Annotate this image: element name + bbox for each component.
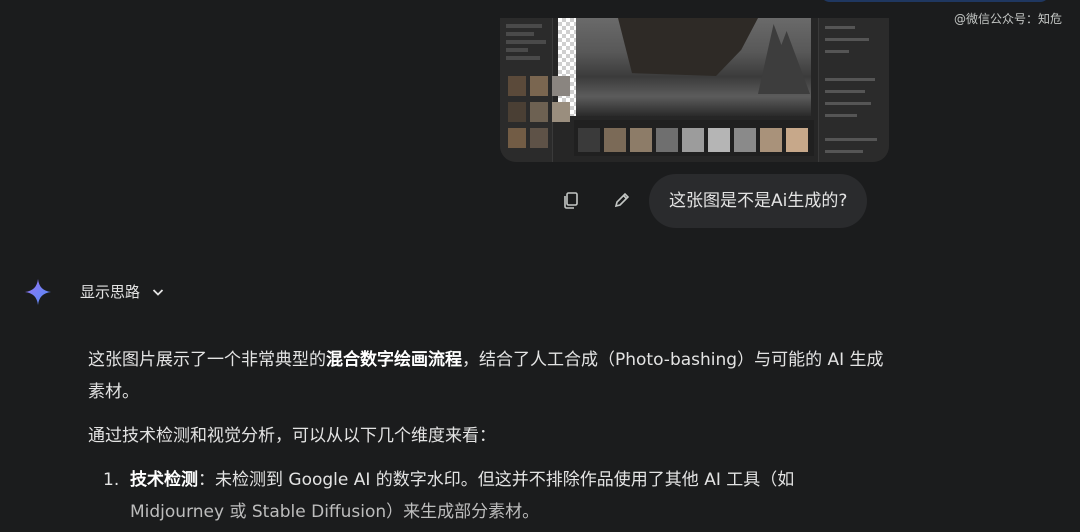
watermark: @微信公众号：知危 bbox=[953, 12, 1062, 26]
list-number: 1. bbox=[103, 470, 120, 490]
image-right-panel bbox=[818, 18, 889, 162]
top-accent-bar bbox=[820, 0, 1050, 2]
list-item-continuation: Midjourney 或 Stable Diffusion）来生成部分素材。 bbox=[130, 502, 540, 522]
response-paragraph: 通过技术检测和视觉分析，可以从以下几个维度来看： bbox=[88, 426, 496, 446]
response-body: 这张图片展示了一个非常典型的混合数字绘画流程，结合了人工合成（Photo-bas… bbox=[88, 344, 888, 528]
gemini-spark-icon bbox=[24, 278, 52, 306]
response-paragraph: 这张图片展示了一个非常典型的混合数字绘画流程，结合了人工合成（Photo-bas… bbox=[88, 350, 884, 402]
copy-icon[interactable] bbox=[557, 186, 585, 214]
uploaded-image[interactable] bbox=[500, 18, 889, 162]
chevron-down-icon bbox=[152, 288, 164, 296]
list-item-title: 技术检测 bbox=[130, 470, 198, 490]
user-message-bubble: 这张图是不是Ai生成的? bbox=[649, 174, 868, 228]
show-thinking-label: 显示思路 bbox=[80, 283, 141, 301]
pencil-icon[interactable] bbox=[608, 186, 636, 214]
bold-highlight: 混合数字绘画流程 bbox=[326, 350, 462, 370]
image-thumbnails bbox=[508, 76, 572, 156]
show-thinking-toggle[interactable]: 显示思路 bbox=[80, 281, 166, 302]
image-asset-strip bbox=[574, 120, 814, 156]
list-item: 1. 技术检测：未检测到 Google AI 的数字水印。但这并不排除作品使用了… bbox=[88, 464, 888, 528]
user-message-text: 这张图是不是Ai生成的? bbox=[669, 191, 848, 211]
